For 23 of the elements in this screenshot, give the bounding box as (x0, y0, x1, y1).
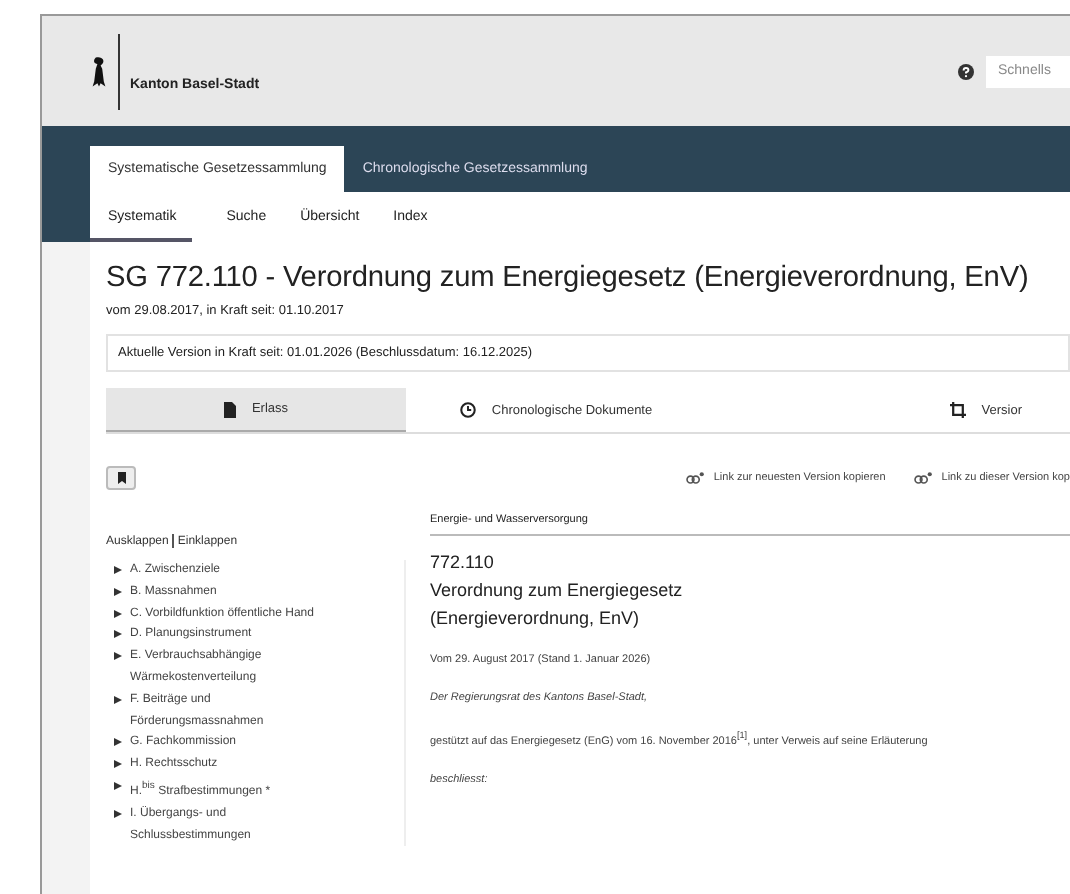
help-icon[interactable] (958, 63, 974, 79)
crozier-logo-icon (90, 55, 108, 87)
law-title: Verordnung zum Energiegesetz (430, 580, 685, 600)
expand-arrow-icon[interactable] (114, 738, 122, 747)
expand-arrow-icon[interactable] (114, 566, 122, 574)
expand-arrow-icon[interactable] (114, 809, 122, 818)
expand-arrow-icon[interactable] (114, 587, 122, 596)
bookmark-button[interactable] (106, 466, 136, 490)
expand-arrow-icon[interactable] (114, 781, 122, 790)
expand-arrow-icon[interactable] (114, 630, 122, 639)
link-icon (685, 472, 704, 484)
document-icon (223, 401, 236, 417)
law-number: 772.110 (430, 552, 496, 572)
expand-arrow-icon[interactable] (114, 652, 122, 661)
expand-arrow-icon[interactable] (114, 609, 122, 618)
expand-arrow-icon[interactable] (114, 760, 122, 769)
expand-arrow-icon[interactable] (114, 695, 122, 704)
link-icon (913, 472, 932, 484)
law-title: (Energieverordnung, EnV) (430, 608, 642, 628)
clock-icon (459, 402, 476, 418)
document-title: SG 772.110 - Verordnung zum Energiegesetz (Energieverordnung, EnV) (106, 262, 1031, 294)
bookmark-icon (117, 472, 125, 484)
crop-icon (949, 402, 966, 418)
